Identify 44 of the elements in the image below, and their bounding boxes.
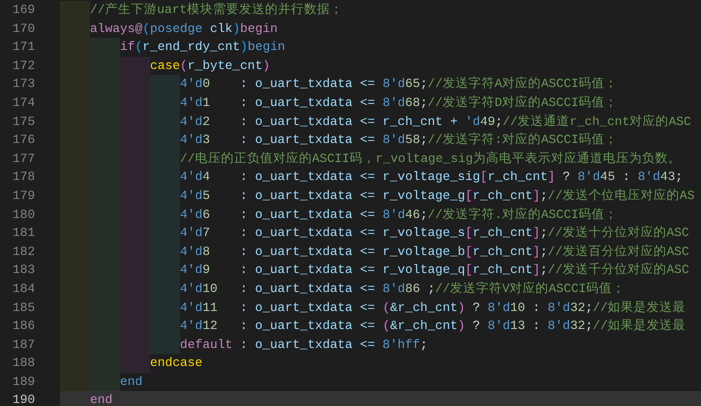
code-line: 4'd8 : o_uart_txdata <= r_voltage_b[r_ch_cnt];//发送百分位对应的ASC [180, 244, 690, 261]
line-number: 185 [11, 300, 35, 316]
line-number: 181 [11, 225, 35, 242]
code-comment: //产生下游uart模块需要发送的并行数据； [90, 2, 344, 19]
code-line: 4'd12 : o_uart_txdata <= (&r_ch_cnt) ? 8'd13 : 8'd32;//如果是发送最 [180, 318, 686, 336]
line-number: 186 [11, 318, 35, 336]
code-line: 4'd0 : o_uart_txdata <= 8'd65;//发送字符A对应的ASCCI码值； [180, 76, 618, 94]
code-line: 4'd9 : o_uart_txdata <= r_voltage_q[r_ch_cnt];//发送千分位对应的ASC [180, 262, 690, 280]
line-number: 171 [11, 39, 35, 56]
code-line: 4'd3 : o_uart_txdata <= 8'd58;//发送字符:对应的ASCCI码值； [180, 132, 618, 150]
code-line: 4'd4 : o_uart_txdata <= r_voltage_sig[r_ch_cnt] ? 8'd45 : 8'd43; [180, 169, 683, 186]
line-number: 170 [11, 20, 35, 38]
line-number: 176 [11, 132, 35, 150]
line-number: 169 [11, 2, 35, 19]
line-number: 179 [11, 188, 35, 205]
code-line: always@(posedge clk)begin [90, 20, 278, 38]
code-line: end [120, 374, 143, 391]
code-line: 4'd10 : o_uart_txdata <= 8'd86 ;//发送字符V对应的ASCCI码值； [180, 280, 626, 298]
line-number: 184 [11, 280, 35, 298]
code-line: 4'd2 : o_uart_txdata <= r_ch_cnt + 'd49;//发送通道r_ch_cnt对应的ASC [180, 114, 692, 131]
line-number: 177 [11, 150, 35, 168]
line-number: 180 [11, 206, 35, 224]
line-number: 189 [11, 374, 35, 391]
line-number: 178 [11, 169, 35, 186]
code-line: if(r_end_rdy_cnt)begin [120, 39, 286, 56]
code-line: 4'd11 : o_uart_txdata <= (&r_ch_cnt) ? 8'd10 : 8'd32;//如果是发送最 [180, 300, 686, 316]
line-number: 188 [11, 355, 35, 372]
line-number: 172 [11, 58, 35, 75]
code-line: default : o_uart_txdata <= 8'hff; [180, 336, 428, 354]
code-line: 4'd6 : o_uart_txdata <= 8'd46;//发送字符.对应的ASCCI码值； [180, 206, 618, 224]
code-line: case(r_byte_cnt) [150, 58, 270, 75]
code-line: 4'd1 : o_uart_txdata <= 8'd68;//发送字符D对应的ASCCI码值； [180, 94, 618, 112]
code-comment: //电压的正负值对应的ASCII码，r_voltage_sig为高电平表示对应通道电压为负数。 [180, 150, 682, 168]
code-line: 4'd7 : o_uart_txdata <= r_voltage_s[r_ch_cnt];//发送十分位对应的ASC [180, 224, 690, 242]
code-line: endcase [150, 355, 203, 372]
line-number: 175 [11, 114, 35, 131]
line-number: 183 [11, 262, 35, 280]
line-number: 190 [11, 392, 35, 406]
line-number: 174 [11, 94, 35, 112]
line-number: 187 [11, 336, 35, 354]
line-number: 173 [11, 76, 35, 94]
code-line: end [90, 392, 113, 406]
code-line: 4'd5 : o_uart_txdata <= r_voltage_g[r_ch_cnt];//发送个位电压对应的AS [180, 188, 695, 205]
line-number: 182 [11, 244, 35, 261]
